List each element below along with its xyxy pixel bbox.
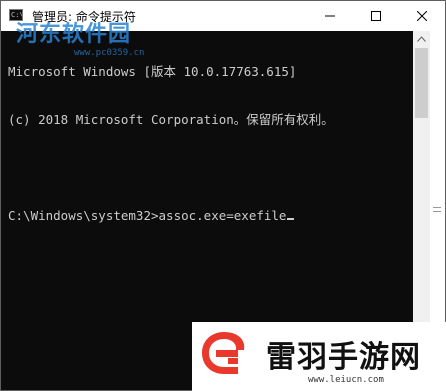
console-line-command: C:\Windows\system32>assoc.exe=exefile: [8, 208, 413, 224]
text-cursor: [287, 218, 295, 220]
watermark-bottom: 雷羽手游网 www.leiucn.com: [192, 322, 446, 391]
close-icon: [417, 11, 427, 21]
leiyu-logo-icon: [202, 332, 245, 374]
maximize-icon: [371, 11, 381, 21]
console-line-blank: [8, 160, 413, 176]
scroll-thumb[interactable]: [415, 48, 428, 118]
maximize-button[interactable]: [353, 1, 399, 31]
close-button[interactable]: [399, 1, 445, 31]
command-prompt-text: C:\Windows\system32>assoc.exe=exefile: [8, 208, 287, 223]
console-line-version: Microsoft Windows [版本 10.0.17763.615]: [8, 64, 297, 79]
watermark-top-text: 河东软件园: [16, 22, 132, 47]
edge-mark: [433, 207, 441, 208]
watermark-top-url: www.pc0359.cn: [74, 48, 145, 58]
console-line-copyright: (c) 2018 Microsoft Corporation。保留所有权利。: [8, 112, 334, 127]
scroll-up-button[interactable]: [413, 31, 430, 48]
scroll-up-icon: [417, 36, 426, 42]
minimize-button[interactable]: [307, 1, 353, 31]
watermark-bottom-url: www.leiucn.com: [308, 375, 384, 385]
edge-mark: [433, 211, 441, 212]
watermark-bottom-title: 雷羽手游网: [266, 340, 421, 375]
minimize-icon: [325, 15, 335, 17]
